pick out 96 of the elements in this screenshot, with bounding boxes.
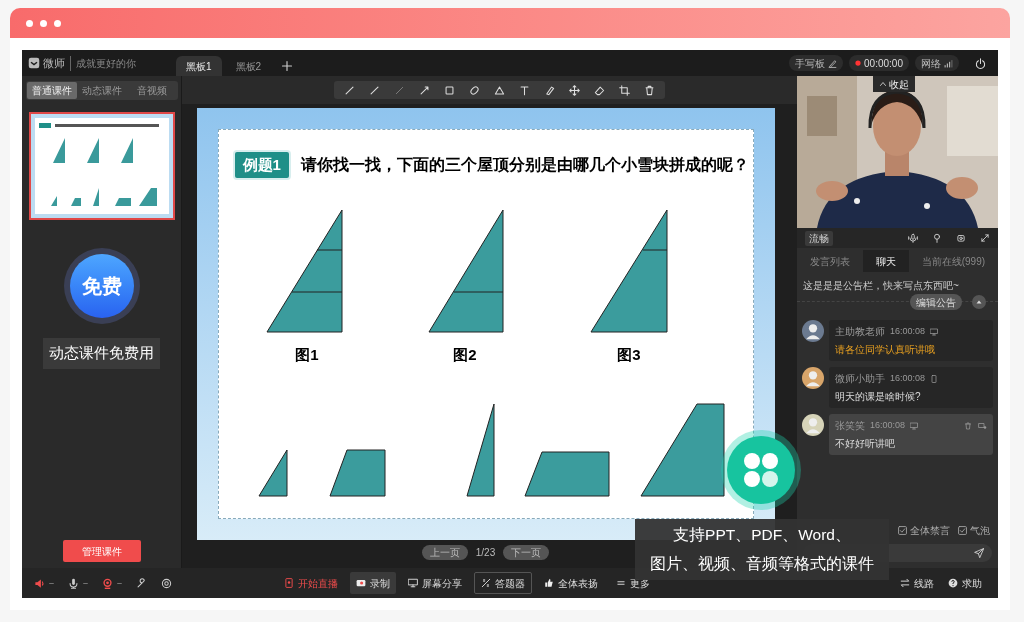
expand-icon[interactable]	[980, 233, 990, 243]
sender-name: 主助教老师	[835, 325, 885, 339]
thumbs-up-icon	[544, 578, 554, 588]
triangle-icon[interactable]	[494, 84, 505, 96]
tablet-button[interactable]: 手写板	[789, 55, 844, 71]
message-time: 16:00:08	[890, 371, 926, 385]
checkbox-label: 全体禁言	[910, 524, 950, 538]
board-tab[interactable]: 黑板2	[225, 56, 272, 76]
edit-announcement-button[interactable]: 编辑公告	[910, 294, 962, 310]
chat-tab[interactable]: 当前在线(999)	[908, 250, 998, 272]
caret-down-icon	[49, 580, 54, 586]
message-text: 请各位同学认真听讲哦	[835, 343, 936, 357]
quality-button[interactable]: 流畅	[805, 230, 833, 246]
signal-icon	[944, 58, 953, 68]
message-text: 明天的课是啥时候?	[835, 390, 922, 404]
power-icon[interactable]	[975, 57, 986, 69]
roof-shape	[258, 449, 287, 497]
pen-icon	[828, 58, 838, 68]
arrow-line-icon[interactable]	[419, 84, 430, 96]
timer-text: 00:00:00	[864, 56, 903, 71]
figure-label: 图3	[616, 346, 641, 363]
example-badge: 例题1	[232, 149, 291, 181]
video-camera-icon	[356, 578, 366, 588]
collapse-announcement-button[interactable]	[972, 295, 986, 309]
add-tab-icon[interactable]	[281, 60, 294, 72]
rectangle-icon[interactable]	[444, 84, 455, 96]
message-text: 不好好听讲吧	[835, 437, 896, 451]
chat-tab[interactable]: 发言列表	[797, 250, 863, 272]
figure-label: 图2	[452, 346, 477, 363]
free-badge: 免费	[69, 254, 134, 318]
line-icon[interactable]	[369, 84, 380, 96]
pen-icon[interactable]	[344, 84, 355, 96]
menu-icon	[616, 578, 626, 588]
speaker-icon[interactable]	[34, 577, 45, 589]
caret-up-icon	[975, 298, 983, 306]
checkbox-label: 气泡	[970, 524, 990, 538]
app-icon[interactable]	[721, 430, 801, 510]
caret-down-icon	[117, 580, 122, 586]
toolbar-button[interactable]: 全体表扬	[538, 572, 604, 594]
tooltip-text: 图片、视频、音频等格式的课件	[650, 554, 874, 575]
courseware-tab[interactable]: 普通课件	[26, 82, 77, 99]
camera-icon[interactable]	[102, 577, 113, 589]
thin-line-icon[interactable]	[394, 84, 405, 96]
avatar-icon	[802, 414, 824, 436]
figure-label: 图1	[294, 346, 319, 363]
percent-icon	[481, 578, 491, 588]
app-slogan: 成就更好的你	[70, 55, 136, 71]
toolbar-button[interactable]: 线路	[900, 575, 934, 591]
sender-name: 微师小助手	[835, 372, 885, 386]
message-time: 16:00:08	[870, 418, 906, 432]
caret-down-icon	[83, 580, 88, 586]
settings-icon[interactable]	[161, 577, 172, 589]
courseware-tab[interactable]: 音视频	[126, 82, 177, 99]
crop-icon[interactable]	[619, 84, 630, 96]
collapse-button[interactable]: 收起	[873, 76, 915, 92]
toolbar-button[interactable]: 答题器	[474, 572, 532, 594]
checkbox[interactable]	[958, 526, 967, 535]
marker-icon[interactable]	[544, 84, 555, 96]
microphone-icon[interactable]	[908, 233, 918, 243]
chat-tab[interactable]: 聊天	[862, 250, 909, 272]
checkbox[interactable]	[898, 526, 907, 535]
app-logo: 微师	[43, 55, 65, 71]
announcement-text: 这是是是公告栏，快来写点东西吧~	[802, 279, 960, 293]
promo-caption: 动态课件免费用	[43, 338, 160, 369]
toolbar-button[interactable]: 求助	[948, 575, 982, 591]
mute-user-icon[interactable]	[978, 421, 987, 430]
live-icon	[284, 578, 294, 588]
screen-icon	[408, 578, 418, 588]
manage-courseware-button[interactable]: 管理课件	[62, 540, 141, 562]
courseware-tab[interactable]: 动态课件	[76, 82, 127, 99]
microphone-icon[interactable]	[68, 577, 79, 589]
tooltip-text: 支持PPT、PDF、Word、	[673, 525, 851, 545]
move-icon[interactable]	[569, 84, 580, 96]
caret-up-icon	[879, 80, 887, 88]
text-icon[interactable]	[519, 84, 530, 96]
board-tab[interactable]: 黑板1	[176, 56, 222, 76]
ellipse-icon[interactable]	[469, 84, 480, 96]
swap-icon	[900, 578, 910, 588]
avatar-icon	[802, 320, 824, 342]
sender-name: 张笑笑	[835, 419, 865, 433]
slide-thumbnail[interactable]	[28, 112, 175, 220]
toolbar-button[interactable]: 屏幕分享	[402, 572, 468, 594]
recording-dot-icon	[855, 60, 862, 66]
help-icon	[948, 578, 958, 588]
toolbar-button[interactable]: 录制	[350, 572, 396, 594]
avatar-icon	[802, 367, 824, 389]
camera-switch-icon[interactable]	[956, 233, 966, 243]
question-text: 请你找一找，下面的三个屋顶分别是由哪几个小雪块拼成的呢？	[300, 155, 749, 175]
toolbar-button[interactable]: 开始直播	[278, 572, 344, 594]
page-number: 1/23	[475, 546, 496, 560]
logo-icon	[28, 57, 40, 69]
send-icon[interactable]	[974, 548, 984, 558]
message-time: 16:00:08	[890, 324, 926, 338]
network-label: 网络	[921, 56, 941, 71]
eraser-icon[interactable]	[594, 84, 605, 96]
roof-shape	[329, 449, 385, 497]
